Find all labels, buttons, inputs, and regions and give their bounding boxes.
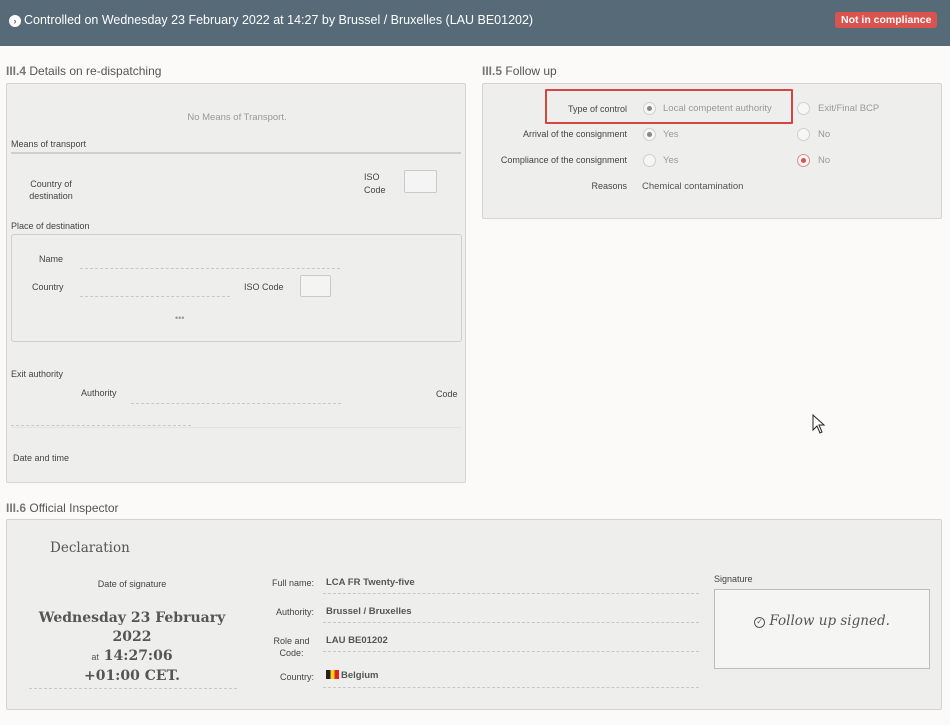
header-title: › Controlled on Wednesday 23 February 202… [9, 13, 533, 27]
code-label: Code [436, 389, 458, 399]
mouse-cursor-icon [812, 414, 826, 434]
divider [11, 152, 461, 154]
signature-box: ✓ Follow up signed. [714, 589, 930, 669]
arrival-label: Arrival of the consignment [522, 129, 627, 139]
iso-code-field[interactable] [300, 275, 331, 297]
signature-time: 14:27:06 [103, 648, 173, 664]
date-of-signature-label: Date of signature [97, 579, 167, 589]
divider [323, 593, 699, 594]
role-and-code-label: Role and Code: [273, 636, 310, 658]
arrival-yes-radio[interactable] [643, 128, 656, 141]
signature-label: Signature [714, 574, 753, 584]
section-title-iii6: III.6 Official Inspector [6, 501, 119, 515]
compliance-yes-label: Yes [663, 155, 679, 166]
authority-field[interactable] [131, 403, 341, 404]
arrival-yes-label: Yes [663, 129, 679, 140]
status-badge: Not in compliance [835, 12, 938, 28]
declaration-title: Declaration [50, 540, 130, 556]
arrival-no-radio[interactable] [797, 128, 810, 141]
signed-message: ✓ Follow up signed. [715, 613, 929, 629]
authority-value: Brussel / Bruxelles [326, 606, 412, 617]
country-label: Country [32, 282, 64, 292]
reasons-value: Chemical contamination [642, 181, 744, 192]
more-icon[interactable]: ••• [175, 313, 184, 323]
signature-date-line2: 2022 [112, 629, 152, 645]
name-label: Name [39, 254, 64, 264]
authority-label: Authority: [275, 607, 314, 617]
follow-up-panel: Type of control Local competent authorit… [482, 83, 942, 219]
chevron-right-icon: › [9, 15, 21, 27]
country-of-destination-label: Country of destination [29, 179, 73, 201]
at-label: at [91, 652, 99, 662]
section-number: III.6 [6, 501, 27, 515]
section-title-iii4: III.4 Details on re-dispatching [6, 64, 161, 78]
no-transport-text: No Means of Transport. [187, 112, 287, 123]
compliance-yes-radio[interactable] [643, 154, 656, 167]
section-number: III.5 [482, 64, 503, 78]
full-name-label: Full name: [271, 578, 314, 588]
divider [29, 688, 237, 689]
belgium-flag-icon [326, 670, 339, 679]
full-name-value: LCA FR Twenty-five [326, 577, 415, 588]
exit-authority-label: Exit authority [11, 369, 64, 379]
place-of-destination-label: Place of destination [11, 221, 90, 231]
divider [11, 427, 461, 428]
divider [323, 622, 699, 623]
section-title-iii5: III.5 Follow up [482, 64, 557, 78]
header-title-text: Controlled on Wednesday 23 February 2022… [24, 13, 534, 27]
section-number: III.4 [6, 64, 27, 78]
compliance-no-radio[interactable] [797, 154, 810, 167]
country-label: Country: [279, 672, 314, 682]
place-of-destination-box: Name Country ISO Code ••• [11, 234, 462, 342]
section-title-text: Details on re-dispatching [29, 64, 162, 78]
reasons-label: Reasons [591, 181, 627, 191]
page-header: › Controlled on Wednesday 23 February 202… [0, 0, 950, 46]
compliance-no-label: No [818, 155, 831, 166]
date-and-time-label: Date and time [13, 453, 70, 463]
check-circle-icon: ✓ [754, 617, 766, 628]
iso-code-label: ISO Code [364, 172, 386, 195]
signature-date-line1: Wednesday 23 February [38, 610, 226, 626]
compliance-label: Compliance of the consignment [500, 155, 627, 165]
divider [323, 651, 699, 652]
type-local-label: Local competent authority [663, 103, 772, 114]
type-exit-label: Exit/Final BCP [818, 103, 880, 114]
type-exit-radio[interactable] [797, 102, 810, 115]
type-local-radio[interactable] [643, 102, 656, 115]
official-inspector-panel: Declaration Date of signature Wednesday … [6, 519, 942, 710]
section-title-text: Follow up [505, 64, 557, 78]
divider [323, 687, 699, 688]
redispatch-panel: No Means of Transport. Means of transpor… [6, 83, 466, 483]
role-value: LAU BE01202 [326, 635, 388, 646]
country-name: Belgium [341, 670, 379, 681]
arrival-no-label: No [818, 129, 831, 140]
signature-date: Wednesday 23 February 2022 at 14:27:06 +… [29, 609, 235, 686]
means-of-transport-label: Means of transport [11, 139, 87, 149]
country-value: Belgium [326, 670, 378, 681]
iso-code-label: ISO Code [244, 282, 284, 292]
section-title-text: Official Inspector [29, 501, 119, 515]
country-field[interactable] [80, 296, 230, 297]
code-field[interactable] [11, 425, 191, 426]
name-field[interactable] [80, 268, 340, 269]
signed-text: Follow up signed. [769, 613, 890, 629]
signature-timezone: +01:00 CET. [83, 668, 181, 684]
iso-code-field[interactable] [404, 170, 437, 193]
authority-label: Authority [81, 388, 117, 398]
